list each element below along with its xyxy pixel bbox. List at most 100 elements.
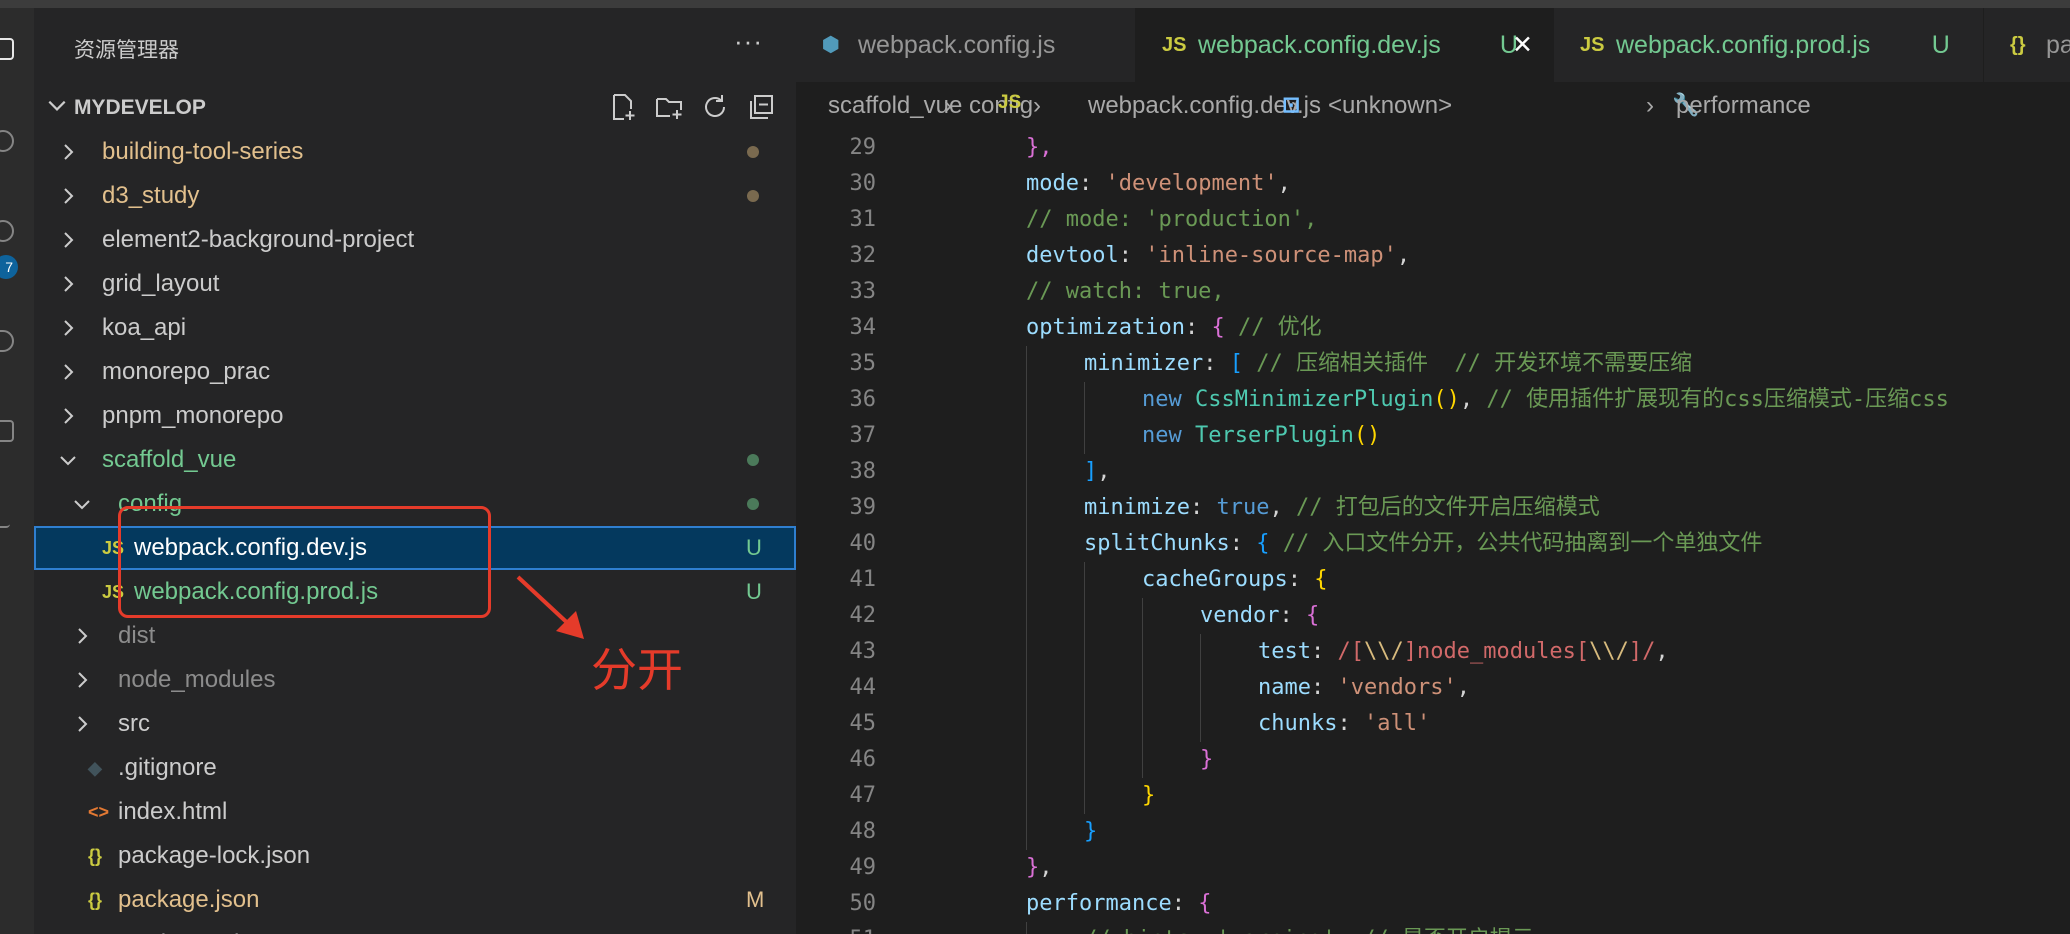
indent-guide <box>1026 634 1027 670</box>
tree-file[interactable]: <> index.html <box>34 790 796 834</box>
line-number: 30 <box>849 171 877 196</box>
file-type-icon: ⓘ <box>88 922 106 934</box>
breadcrumb-item[interactable]: performance <box>1676 92 1811 120</box>
line-number: 31 <box>849 207 877 232</box>
line-number: 50 <box>849 891 877 916</box>
tree-folder[interactable]: grid_layout <box>34 262 796 306</box>
tree-item-label: package-lock.json <box>118 842 311 869</box>
code-line: 45 chunks: 'all' <box>796 706 2070 742</box>
line-number: 29 <box>849 135 877 160</box>
code-line: 48} <box>796 814 2070 850</box>
indent-guide <box>1026 490 1027 526</box>
search-icon[interactable] <box>0 130 14 152</box>
breadcrumb-item[interactable]: <unknown> <box>1328 92 1452 120</box>
indent-guide <box>1084 598 1085 634</box>
code-line: 44 name: 'vendors', <box>796 670 2070 706</box>
indent-guide <box>1026 562 1027 598</box>
git-status-badge: U <box>746 535 762 560</box>
tree-item-label: d3_study <box>102 182 200 209</box>
indent-guide <box>1084 382 1085 418</box>
indent-guide <box>1142 706 1143 742</box>
indent-guide <box>1026 670 1027 706</box>
editor-tab[interactable]: JS webpack.config.dev.js U ✕ <box>1136 8 1554 82</box>
tree-folder[interactable]: building-tool-series <box>34 130 796 174</box>
tree-folder[interactable]: src <box>34 702 796 746</box>
tree-file[interactable]: {} package-lock.json <box>34 834 796 878</box>
breadcrumb-item[interactable]: scaffold_vue <box>828 92 962 120</box>
tab-label: pa <box>2046 31 2070 59</box>
line-number: 49 <box>849 855 877 880</box>
run-debug-icon[interactable] <box>0 330 14 352</box>
indent-guide <box>1026 346 1027 382</box>
code-line: 49}, <box>796 850 2070 886</box>
tree-folder[interactable]: scaffold_vue <box>34 438 796 482</box>
tree-folder[interactable]: monorepo_prac <box>34 350 796 394</box>
tree-file[interactable]: ⓘ readme.md <box>34 922 796 934</box>
tree-folder[interactable]: d3_study <box>34 174 796 218</box>
code-content: }, <box>1026 135 1053 160</box>
line-number: 43 <box>849 639 877 664</box>
line-number: 38 <box>849 459 877 484</box>
code-content: minimize: true, // 打包后的文件开启压缩模式 <box>1084 495 1600 520</box>
git-status-dot <box>747 454 759 466</box>
editor-tab[interactable]: {} pa <box>1984 8 2070 82</box>
code-line: 50 performance: { <box>796 886 2070 922</box>
chevron-down-icon <box>60 456 76 466</box>
source-control-icon[interactable] <box>0 220 14 242</box>
code-line: 37 new TerserPlugin() <box>796 418 2070 454</box>
tree-item-label: readme.md <box>118 922 239 934</box>
chevron-right-icon <box>78 672 88 688</box>
tab-bar: ⬢ webpack.config.js JS webpack.config.dev.j… <box>796 8 2070 82</box>
code-line: 41 cacheGroups: { <box>796 562 2070 598</box>
tab-label: webpack.config.dev.js <box>1198 31 1441 59</box>
indent-guide <box>1026 598 1027 634</box>
explorer-icon[interactable] <box>0 38 14 60</box>
code-content: splitChunks: { // 入口文件分开，公共代码抽离到一个单独文件 <box>1084 531 1763 556</box>
code-line: 46} <box>796 742 2070 778</box>
code-line: 34 optimization: { // 优化 <box>796 310 2070 346</box>
tree-item-label: package.json <box>118 886 260 913</box>
indent-guide <box>1084 778 1085 814</box>
editor-tab[interactable]: ⬢ webpack.config.js <box>796 8 1136 82</box>
code-line: 32 devtool: 'inline-source-map', <box>796 238 2070 274</box>
indent-guide <box>1084 706 1085 742</box>
more-actions-button[interactable]: ··· <box>734 26 763 57</box>
code-content: performance: { <box>1026 891 1212 916</box>
window-top-strip <box>0 0 2070 8</box>
new-file-icon[interactable] <box>608 92 638 122</box>
collapse-all-icon[interactable] <box>746 92 776 122</box>
code-content: } <box>1084 819 1098 844</box>
tree-item-label: dist <box>118 622 156 649</box>
code-content: test: /[\\/]node_modules[\\/]/, <box>1258 639 1669 664</box>
code-line: 47} <box>796 778 2070 814</box>
workspace-header[interactable]: MYDEVELOP <box>34 86 796 130</box>
editor-tab[interactable]: JS webpack.config.prod.js U <box>1554 8 1984 82</box>
file-type-icon: ◆ <box>88 758 102 778</box>
tree-file[interactable]: ◆ .gitignore <box>34 746 796 790</box>
code-editor[interactable]: 29}, 30 mode: 'development', 31 // mode: 'pr… <box>796 130 2070 934</box>
tree-file[interactable]: {} package.json M <box>34 878 796 922</box>
tree-item-label: .gitignore <box>118 754 217 781</box>
file-type-icon: <> <box>88 802 110 822</box>
code-content: // watch: true, <box>1026 279 1225 304</box>
indent-guide <box>1200 634 1201 670</box>
file-type-icon: JS <box>1580 34 1605 56</box>
tree-folder[interactable]: element2-background-project <box>34 218 796 262</box>
code-content: } <box>1200 747 1214 772</box>
extensions-icon[interactable] <box>0 420 14 442</box>
refresh-icon[interactable] <box>700 92 730 122</box>
git-status-dot <box>747 146 759 158</box>
indent-guide <box>1084 418 1085 454</box>
breadcrumb: scaffold_vue › config › JS webpack.config.dev… <box>796 82 2070 130</box>
tree-item-label: index.html <box>118 798 228 825</box>
remote-explorer-icon[interactable] <box>0 508 10 528</box>
workspace-name: MYDEVELOP <box>74 96 206 119</box>
tree-folder[interactable]: pnpm_monorepo <box>34 394 796 438</box>
line-number: 32 <box>849 243 877 268</box>
tab-label: webpack.config.js <box>858 31 1056 59</box>
tree-folder[interactable]: koa_api <box>34 306 796 350</box>
new-folder-icon[interactable] <box>654 92 684 122</box>
tree-item-label: building-tool-series <box>102 138 304 165</box>
close-icon[interactable]: ✕ <box>1512 8 1533 82</box>
code-line: 39 minimize: true, // 打包后的文件开启压缩模式 <box>796 490 2070 526</box>
